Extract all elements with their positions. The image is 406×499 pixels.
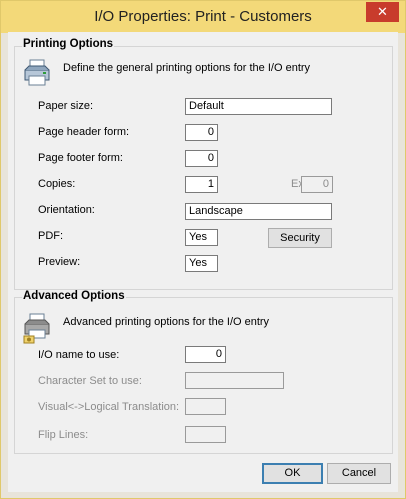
cancel-button[interactable]: Cancel — [327, 463, 391, 484]
flip-lines-field — [185, 426, 226, 443]
flip-lines-label: Flip Lines: — [38, 429, 89, 441]
orientation-field[interactable]: Landscape — [185, 203, 332, 220]
pdf-field[interactable]: Yes — [185, 229, 218, 246]
dialog-body: Printing Options Define the general prin… — [8, 32, 398, 492]
close-icon: ✕ — [377, 4, 388, 20]
printer-settings-icon — [23, 313, 50, 344]
printer-icon — [24, 59, 50, 86]
preview-field[interactable]: Yes — [185, 255, 218, 272]
copies-field[interactable]: 1 — [185, 176, 218, 193]
exp-field: 0 — [301, 176, 333, 193]
printing-options-group — [14, 46, 393, 290]
ok-button[interactable]: OK — [262, 463, 323, 484]
page-header-form-label: Page header form: — [38, 126, 130, 138]
window-title: I/O Properties: Print - Customers — [94, 8, 312, 25]
printing-options-description: Define the general printing options for … — [63, 62, 311, 74]
paper-size-label: Paper size: — [38, 100, 94, 112]
advanced-options-title: Advanced Options — [22, 290, 126, 302]
page-header-form-field[interactable]: 0 — [185, 124, 218, 141]
preview-label: Preview: — [38, 256, 81, 268]
printing-options-title: Printing Options — [22, 38, 115, 50]
visual-logical-field — [185, 398, 226, 415]
close-button[interactable]: ✕ — [366, 2, 399, 22]
pdf-label: PDF: — [38, 230, 64, 242]
copies-label: Copies: — [38, 178, 76, 190]
character-set-field — [185, 372, 284, 389]
advanced-options-description: Advanced printing options for the I/O en… — [63, 316, 270, 328]
io-name-label: I/O name to use: — [38, 349, 120, 361]
properties-dialog: I/O Properties: Print - Customers ✕ Prin… — [0, 0, 406, 499]
visual-logical-label: Visual<->Logical Translation: — [38, 401, 180, 413]
page-footer-form-label: Page footer form: — [38, 152, 123, 164]
title-bar[interactable]: I/O Properties: Print - Customers ✕ — [1, 1, 405, 33]
page-footer-form-field[interactable]: 0 — [185, 150, 218, 167]
character-set-label: Character Set to use: — [38, 375, 142, 387]
io-name-field[interactable]: 0 — [185, 346, 226, 363]
security-button[interactable]: Security — [268, 228, 332, 248]
paper-size-field[interactable]: Default — [185, 98, 332, 115]
orientation-label: Orientation: — [38, 204, 95, 216]
